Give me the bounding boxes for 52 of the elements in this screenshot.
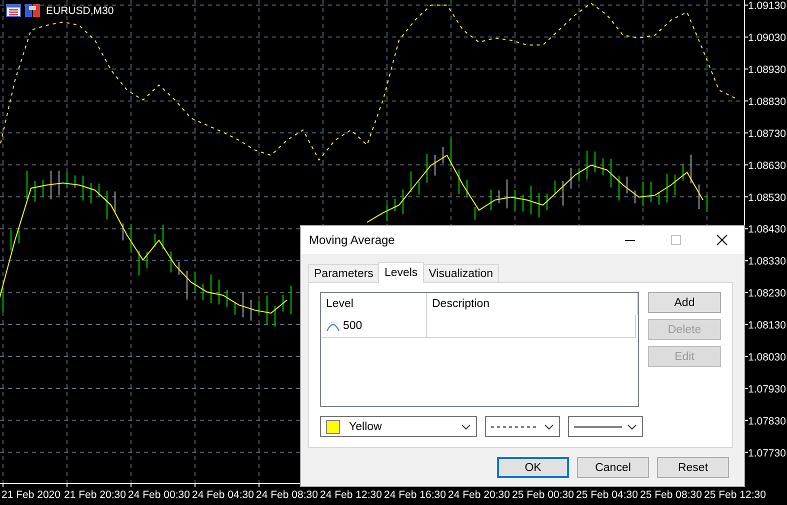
caret-icon	[544, 424, 554, 430]
time-label: 24 Feb 12:30	[320, 489, 382, 501]
column-header[interactable]: Level	[321, 293, 427, 315]
dialog-button[interactable]: Reset	[657, 457, 729, 478]
window-title: Moving Average	[309, 233, 396, 247]
maximize-icon	[670, 234, 682, 246]
price-label: 1.08530	[748, 192, 786, 204]
line-style-dropdown[interactable]	[485, 416, 560, 437]
time-label: 25 Feb 04:30	[576, 489, 638, 501]
time-label: 21 Feb 20:30	[64, 489, 126, 501]
line-style-dropdown[interactable]	[568, 416, 643, 437]
chart-title: EURUSD,M30	[46, 4, 114, 16]
level-icon	[326, 320, 340, 332]
price-label: 1.08730	[748, 128, 786, 140]
chart-window-icon[interactable]	[6, 4, 21, 17]
caret-icon	[461, 424, 471, 430]
trade-panel-icon[interactable]	[25, 4, 40, 17]
table-cell: 500	[343, 320, 362, 332]
close-icon[interactable]	[716, 234, 728, 246]
column-header[interactable]: Description	[427, 293, 638, 315]
dialog-button[interactable]: Add	[648, 292, 721, 313]
price-label: 1.08130	[748, 320, 786, 332]
dialog-button[interactable]: Cancel	[577, 457, 649, 478]
time-label: 24 Feb 20:30	[448, 489, 510, 501]
dialog-button[interactable]: OK	[497, 457, 569, 478]
time-label: 24 Feb 16:30	[384, 489, 446, 501]
price-label: 1.07930	[748, 383, 786, 396]
price-label: 1.08230	[748, 288, 786, 300]
time-label: 25 Feb 12:30	[704, 489, 766, 501]
price-label: 1.08030	[748, 352, 786, 364]
price-label: 1.08930	[748, 64, 786, 76]
solid-line-icon	[574, 424, 622, 428]
tab[interactable]: Levels	[378, 262, 424, 283]
time-label: 25 Feb 00:30	[512, 489, 574, 501]
time-label: 24 Feb 04:30	[192, 489, 254, 501]
price-label: 1.07830	[748, 415, 786, 428]
time-label: 24 Feb 00:30	[128, 489, 190, 501]
tab[interactable]: Parameters	[308, 264, 380, 282]
tab[interactable]: Visualization	[422, 264, 500, 282]
price-label: 1.08630	[748, 160, 786, 172]
price-label: 1.08830	[748, 96, 786, 108]
time-label: 25 Feb 08:30	[640, 489, 702, 501]
price-label: 1.08330	[748, 256, 786, 268]
color-dropdown[interactable]: Yellow	[320, 416, 477, 437]
price-label: 1.08430	[748, 224, 786, 236]
dashed-line-icon	[491, 424, 539, 428]
price-label: 1.09030	[748, 32, 786, 44]
time-label: 21 Feb 2020	[2, 489, 60, 501]
price-label: 1.07730	[748, 447, 786, 460]
price-label: 1.09130	[748, 0, 786, 12]
time-label: 24 Feb 08:30	[256, 489, 318, 501]
caret-icon	[627, 424, 637, 430]
